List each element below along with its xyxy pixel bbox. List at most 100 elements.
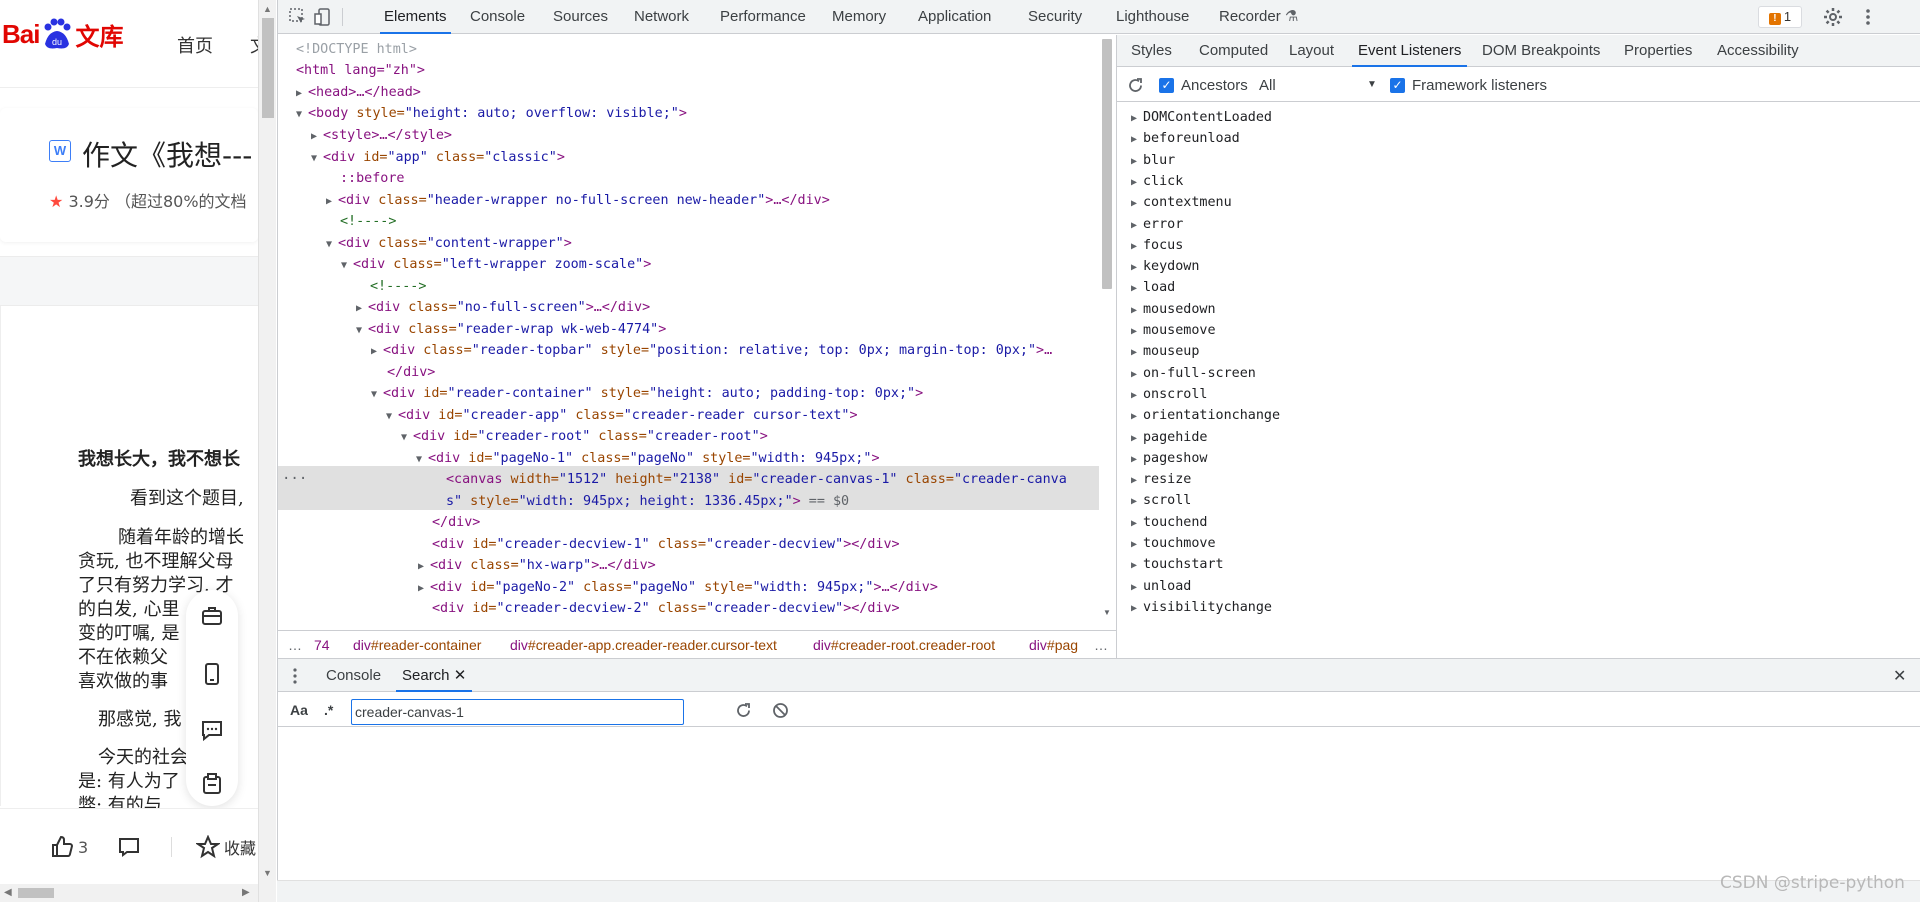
nav-more-link[interactable]: 文 [250,32,258,58]
dom-node[interactable]: ▼ <div id="creader-app" class="creader-re… [386,405,858,426]
event-listener-item[interactable]: ▶ contextmenu [1131,192,1232,213]
dom-node[interactable]: ▼ <div class="reader-wrap wk-web-4774"> [356,319,666,340]
event-listener-item[interactable]: ▶ unload [1131,576,1191,597]
expand-triangle-icon[interactable]: ▶ [311,126,323,147]
collapse-triangle-icon[interactable]: ▼ [356,320,368,341]
issues-badge[interactable]: ! 1 [1758,6,1802,28]
tab-recorder[interactable]: Recorder ⚗ [1219,0,1298,34]
expand-triangle-icon[interactable]: ▶ [326,191,338,212]
drawer-tab-console[interactable]: Console [326,659,381,692]
tab-layout[interactable]: Layout [1289,35,1334,67]
event-listener-item[interactable]: ▶ visibilitychange [1131,597,1272,618]
expand-triangle-icon[interactable]: ▶ [1131,193,1143,214]
event-listener-item[interactable]: ▶ focus [1131,235,1183,256]
dom-node[interactable]: ▼ <div id="creader-root" class="creader-r… [401,426,768,447]
expand-triangle-icon[interactable]: ▶ [1131,364,1143,385]
dom-node[interactable]: ▼ <div id="app" class="classic"> [311,147,565,168]
expand-triangle-icon[interactable]: ▶ [1131,491,1143,512]
event-listener-item[interactable]: ▶ mousemove [1131,320,1216,341]
page-horizontal-scrollbar[interactable]: ◀ ▶ [0,884,258,902]
collapse-triangle-icon[interactable]: ▼ [341,255,353,276]
tab-memory[interactable]: Memory [832,0,886,34]
breadcrumb-item[interactable]: div#creader-root.creader-root [813,637,995,653]
tab-accessibility[interactable]: Accessibility [1717,35,1799,67]
scroll-thumb[interactable] [1102,39,1112,289]
event-listener-item[interactable]: ▶ click [1131,171,1183,192]
match-case-button[interactable]: Aa [290,702,308,718]
dom-node[interactable]: ▶ <style>…</style> [311,125,452,146]
collapse-triangle-icon[interactable]: ▼ [296,104,308,125]
dom-node[interactable]: ▼ <div class="content-wrapper"> [326,233,572,254]
dom-node[interactable]: <!----> [370,276,426,297]
expand-triangle-icon[interactable]: ▶ [1131,513,1143,534]
expand-triangle-icon[interactable]: ▶ [1131,577,1143,598]
dom-node[interactable]: </div> [432,512,480,533]
tab-elements[interactable]: Elements [380,0,451,34]
expand-triangle-icon[interactable]: ▶ [1131,406,1143,427]
event-listener-item[interactable]: ▶ mousedown [1131,299,1216,320]
briefcase-icon[interactable] [200,604,224,628]
expand-triangle-icon[interactable]: ▶ [418,578,430,599]
dom-node[interactable]: ▶ <div class="hx-warp">…</div> [418,555,656,576]
dom-node[interactable]: <!----> [340,211,396,232]
selected-dom-node-cont[interactable]: s" style="width: 945px; height: 1336.45p… [446,491,849,512]
event-listener-item[interactable]: ▶ orientationchange [1131,405,1280,426]
dom-node[interactable]: <div id="creader-decview-2" class="cread… [432,598,900,619]
expand-triangle-icon[interactable]: ▶ [1131,215,1143,236]
device-toolbar-icon[interactable] [314,7,334,27]
drawer-menu-icon[interactable] [292,667,298,685]
chevron-down-icon[interactable]: ▼ [1367,79,1377,90]
dom-node[interactable]: ▶ <div class="header-wrapper no-full-scre… [326,190,830,211]
collapse-triangle-icon[interactable]: ▼ [326,234,338,255]
scroll-right-icon[interactable]: ▶ [242,887,250,898]
refresh-icon[interactable] [735,702,752,719]
event-listener-item[interactable]: ▶ load [1131,277,1175,298]
refresh-icon[interactable] [1127,77,1144,94]
tab-computed[interactable]: Computed [1199,35,1268,67]
dom-node[interactable]: ▼ <div class="left-wrapper zoom-scale"> [341,254,651,275]
expand-triangle-icon[interactable]: ▶ [1131,342,1143,363]
expand-triangle-icon[interactable]: ▶ [1131,151,1143,172]
expand-triangle-icon[interactable]: ▶ [1131,257,1143,278]
expand-triangle-icon[interactable]: ▶ [296,83,308,104]
more-options-icon[interactable] [1861,7,1875,27]
ancestors-filter-select[interactable]: All [1259,77,1276,94]
event-listener-item[interactable]: ▶ on-full-screen [1131,363,1256,384]
event-listener-item[interactable]: ▶ touchend [1131,512,1208,533]
event-listener-item[interactable]: ▶ blur [1131,150,1175,171]
expand-triangle-icon[interactable]: ▶ [1131,236,1143,257]
scroll-left-icon[interactable]: ◀ [4,887,12,898]
breadcrumb-overflow[interactable]: … [1094,637,1108,653]
framework-listeners-checkbox[interactable]: ✓ [1390,78,1405,93]
tab-console[interactable]: Console [470,0,525,34]
dom-node[interactable]: ▼ <body style="height: auto; overflow: vi… [296,103,687,124]
expand-triangle-icon[interactable]: ▶ [1131,385,1143,406]
comment-button[interactable] [117,835,141,859]
expand-triangle-icon[interactable]: ▶ [1131,555,1143,576]
scroll-thumb[interactable] [262,18,274,118]
scroll-thumb[interactable] [18,888,54,898]
expand-triangle-icon[interactable]: ▶ [1131,534,1143,555]
tab-network[interactable]: Network [634,0,689,34]
comment-icon[interactable] [200,718,224,742]
dom-node[interactable]: <!DOCTYPE html> [296,39,417,60]
tab-security[interactable]: Security [1028,0,1082,34]
tab-performance[interactable]: Performance [720,0,806,34]
event-listener-item[interactable]: ▶ touchmove [1131,533,1216,554]
expand-triangle-icon[interactable]: ▶ [1131,108,1143,129]
nav-home-link[interactable]: 首页 [177,32,213,58]
ancestors-checkbox[interactable]: ✓ [1159,78,1174,93]
dom-node[interactable]: ▶ <div class="reader-topbar" style="posit… [371,340,1052,361]
expand-triangle-icon[interactable]: ▶ [371,341,383,362]
expand-triangle-icon[interactable]: ▶ [1131,300,1143,321]
page-vertical-scrollbar[interactable]: ▲ ▼ [258,0,276,902]
breadcrumb-item[interactable]: div#reader-container [353,637,481,653]
tab-lighthouse[interactable]: Lighthouse [1116,0,1189,34]
dom-node[interactable]: ▶ <head>…</head> [296,82,421,103]
event-listener-item[interactable]: ▶ mouseup [1131,341,1199,362]
scroll-up-icon[interactable]: ▲ [263,4,272,14]
tab-dom-breakpoints[interactable]: DOM Breakpoints [1482,35,1600,67]
close-icon[interactable]: ✕ [454,667,467,684]
tab-event-listeners[interactable]: Event Listeners [1352,35,1468,67]
elements-scrollbar[interactable]: ▼ [1099,35,1115,635]
